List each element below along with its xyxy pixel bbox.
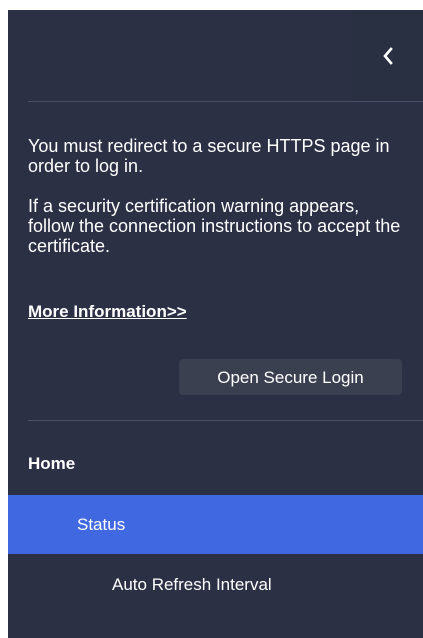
open-secure-login-button[interactable]: Open Secure Login [179,359,402,395]
side-panel: You must redirect to a secure HTTPS page… [8,10,423,638]
chevron-left-icon [382,46,393,65]
more-information-link[interactable]: More Information>> [28,302,187,322]
nav-item-status[interactable]: Status [8,495,423,554]
secure-login-row: Open Secure Login [8,322,423,420]
nav-item-home[interactable]: Home [8,421,423,484]
nav-item-auto-refresh-interval[interactable]: Auto Refresh Interval [8,554,423,616]
notice-paragraph-https: You must redirect to a secure HTTPS page… [28,136,390,176]
nav-home-section: Home [8,421,423,495]
panel-header [8,10,423,101]
notice-paragraph-certificate: If a security certification warning appe… [28,196,401,256]
secure-login-notice: You must redirect to a secure HTTPS page… [8,102,423,256]
collapse-panel-button[interactable] [352,10,423,101]
